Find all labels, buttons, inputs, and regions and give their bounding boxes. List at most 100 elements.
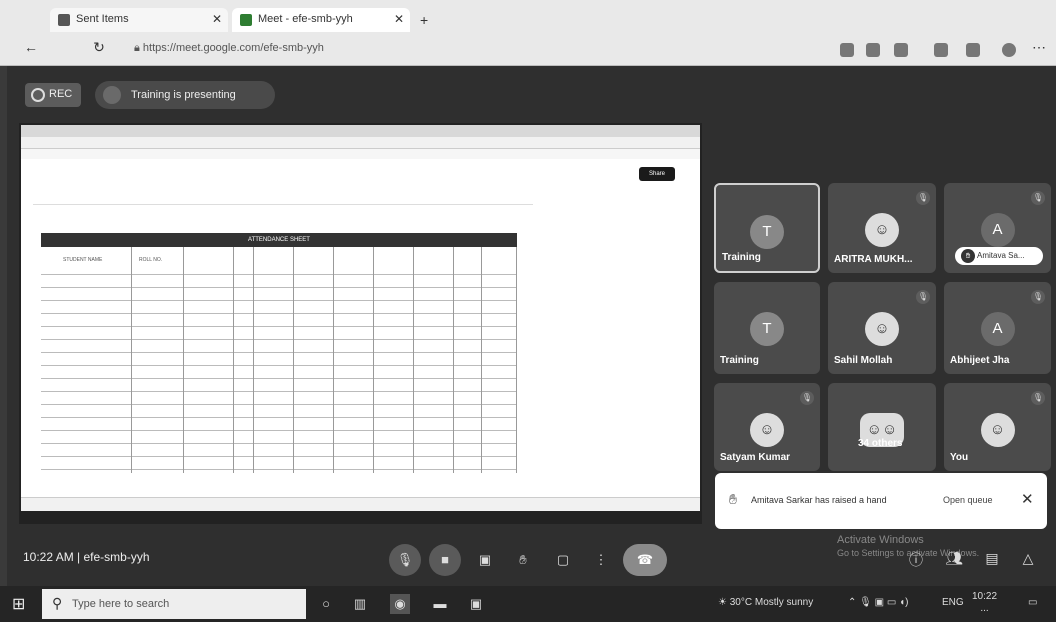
extension-icon[interactable] xyxy=(840,43,854,57)
close-icon[interactable]: ✕ xyxy=(212,12,222,26)
avatar: ☺ xyxy=(980,413,1015,447)
grid-line xyxy=(373,247,374,473)
more-icon[interactable]: ⋯ xyxy=(1030,38,1048,56)
participant-tile[interactable]: ☺☺ 34 others xyxy=(828,383,936,471)
table-row xyxy=(41,314,517,327)
participant-tile[interactable]: ☺ 🎙︎ Sahil Mollah xyxy=(828,282,936,374)
participant-name: Sahil Mollah xyxy=(834,355,893,366)
favorites-icon[interactable] xyxy=(934,43,948,57)
refresh-icon[interactable]: ↻ xyxy=(90,38,108,56)
people-icon[interactable]: 👥︎ xyxy=(943,550,965,572)
shared-address-bar xyxy=(21,137,700,149)
rec-label: REC xyxy=(49,88,73,100)
presenting-chip: Training is presenting xyxy=(95,81,275,109)
mic-off-icon: 🎙︎ xyxy=(800,391,814,405)
participant-name: Abhijeet Jha xyxy=(950,355,1010,366)
camera-button[interactable]: ■ xyxy=(429,544,461,576)
close-icon[interactable]: ✕ xyxy=(1021,490,1034,508)
extension-icon[interactable] xyxy=(866,43,880,57)
activities-icon[interactable]: △ xyxy=(1017,550,1039,572)
captions-button[interactable]: ▣ xyxy=(469,544,501,576)
sheet-grid: ATTENDANCE SHEET STUDENT NAME ROLL NO. xyxy=(41,233,521,473)
present-button[interactable]: ▢ xyxy=(547,544,579,576)
windows-start-icon[interactable]: ⊞ xyxy=(12,594,32,614)
lock-icon: 🔒︎ xyxy=(134,42,143,54)
close-icon[interactable]: ✕ xyxy=(394,12,404,26)
search-placeholder: Type here to search xyxy=(72,598,170,610)
sheet-toolbar xyxy=(33,193,533,205)
participant-name: Satyam Kumar xyxy=(720,452,791,463)
collections-icon[interactable] xyxy=(966,43,980,57)
sheet-header: ATTENDANCE SHEET xyxy=(41,233,517,247)
grid-line xyxy=(453,247,454,473)
grid-line xyxy=(253,247,254,473)
grid-line xyxy=(233,247,234,473)
participant-tile[interactable]: ☺ 🎙︎ ARITRA MUKH... xyxy=(828,183,936,273)
avatar: ☺ xyxy=(865,312,899,346)
back-icon[interactable]: ← xyxy=(22,38,40,56)
extension-icon[interactable] xyxy=(894,43,908,57)
raise-hand-button[interactable]: ✋︎ xyxy=(507,544,539,576)
browser-chrome: Sent Items ✕ Meet - efe-smb-yyh ✕ + ← ↻ … xyxy=(0,0,1056,66)
participant-tile[interactable]: ☺ 🎙︎ You xyxy=(944,383,1051,471)
clock[interactable]: 10:22 ... xyxy=(972,591,997,615)
store-icon[interactable]: ▣ xyxy=(466,594,486,614)
chat-icon[interactable]: ▤ xyxy=(981,550,1003,572)
participant-name: Training xyxy=(720,355,759,366)
sheet-tabs-bar xyxy=(21,497,700,511)
address-bar[interactable]: 🔒︎ https://meet.google.com/efe-smb-yyh xyxy=(134,38,324,60)
participant-tile[interactable]: T Training xyxy=(714,183,820,273)
cortana-icon[interactable]: ○ xyxy=(316,594,336,614)
shared-screen: Share ATTENDANCE SHEET STUDENT NAME ROLL… xyxy=(19,123,702,524)
address-text: https://meet.google.com/efe-smb-yyh xyxy=(142,42,324,54)
participant-tile[interactable]: T Training xyxy=(714,282,820,374)
file-explorer-icon[interactable]: ▬ xyxy=(430,594,450,614)
tab-meet[interactable]: Meet - efe-smb-yyh ✕ xyxy=(232,8,410,32)
new-tab-button[interactable]: + xyxy=(414,8,438,32)
meeting-code: efe-smb-yyh xyxy=(83,550,150,564)
avatar: ☺ xyxy=(865,213,899,247)
clock-date: ... xyxy=(980,603,989,614)
table-row xyxy=(41,405,517,418)
raised-hand-notification: ✋︎ Amitava Sarkar has raised a hand Open… xyxy=(715,473,1047,529)
open-queue-button[interactable]: Open queue xyxy=(943,495,993,505)
info-icon[interactable]: ⓘ xyxy=(905,550,927,572)
more-options-button[interactable]: ⋮ xyxy=(585,544,617,576)
taskbar-search[interactable]: ⚲ Type here to search xyxy=(42,589,306,619)
edge-icon[interactable]: ◉ xyxy=(390,594,410,614)
sun-icon: ☀ xyxy=(718,597,730,608)
tab-label: Sent Items xyxy=(76,13,129,25)
table-row xyxy=(41,431,517,444)
meeting-details[interactable]: 10:22 AM | efe-smb-yyh xyxy=(23,550,150,564)
table-row xyxy=(41,366,517,379)
grid-line xyxy=(481,247,482,473)
sheet-side-panel xyxy=(685,205,700,325)
tab-strip: Sent Items ✕ Meet - efe-smb-yyh ✕ + xyxy=(0,6,1056,32)
hand-name: Amitava Sa... xyxy=(977,251,1025,260)
leave-call-button[interactable]: ☎ xyxy=(623,544,667,576)
grid-line xyxy=(131,247,132,473)
tab-label: Meet - efe-smb-yyh xyxy=(258,13,353,25)
participant-name: ARITRA MUKH... xyxy=(834,254,913,265)
presenter-avatar xyxy=(103,86,121,104)
participant-name: Training xyxy=(722,252,761,263)
mic-button[interactable]: 🎙︎ xyxy=(389,544,421,576)
table-row xyxy=(41,379,517,392)
presenting-text: Training is presenting xyxy=(131,89,236,101)
participant-tile[interactable]: ☺ 🎙︎ Satyam Kumar xyxy=(714,383,820,471)
share-button: Share xyxy=(639,167,675,181)
notifications-icon[interactable]: ▭ xyxy=(1028,597,1037,608)
table-row xyxy=(41,340,517,353)
system-tray-icons[interactable]: ⌃ 🎙︎ ▣ ▭ ◖) xyxy=(848,597,908,608)
task-view-icon[interactable]: ▥ xyxy=(350,594,370,614)
shared-taskbar xyxy=(21,511,700,522)
tab-sent-items[interactable]: Sent Items ✕ xyxy=(50,8,228,32)
table-row xyxy=(41,327,517,340)
clock-time: 10:22 xyxy=(972,591,998,602)
language-indicator[interactable]: ENG xyxy=(942,597,964,608)
participant-tile[interactable]: A 🎙︎ Abhijeet Jha xyxy=(944,282,1051,374)
weather-widget[interactable]: ☀ 30°C Mostly sunny xyxy=(718,597,813,608)
hand-icon: ✋︎ xyxy=(729,491,737,507)
profile-icon[interactable] xyxy=(1002,43,1016,57)
meet-icon xyxy=(240,14,252,26)
